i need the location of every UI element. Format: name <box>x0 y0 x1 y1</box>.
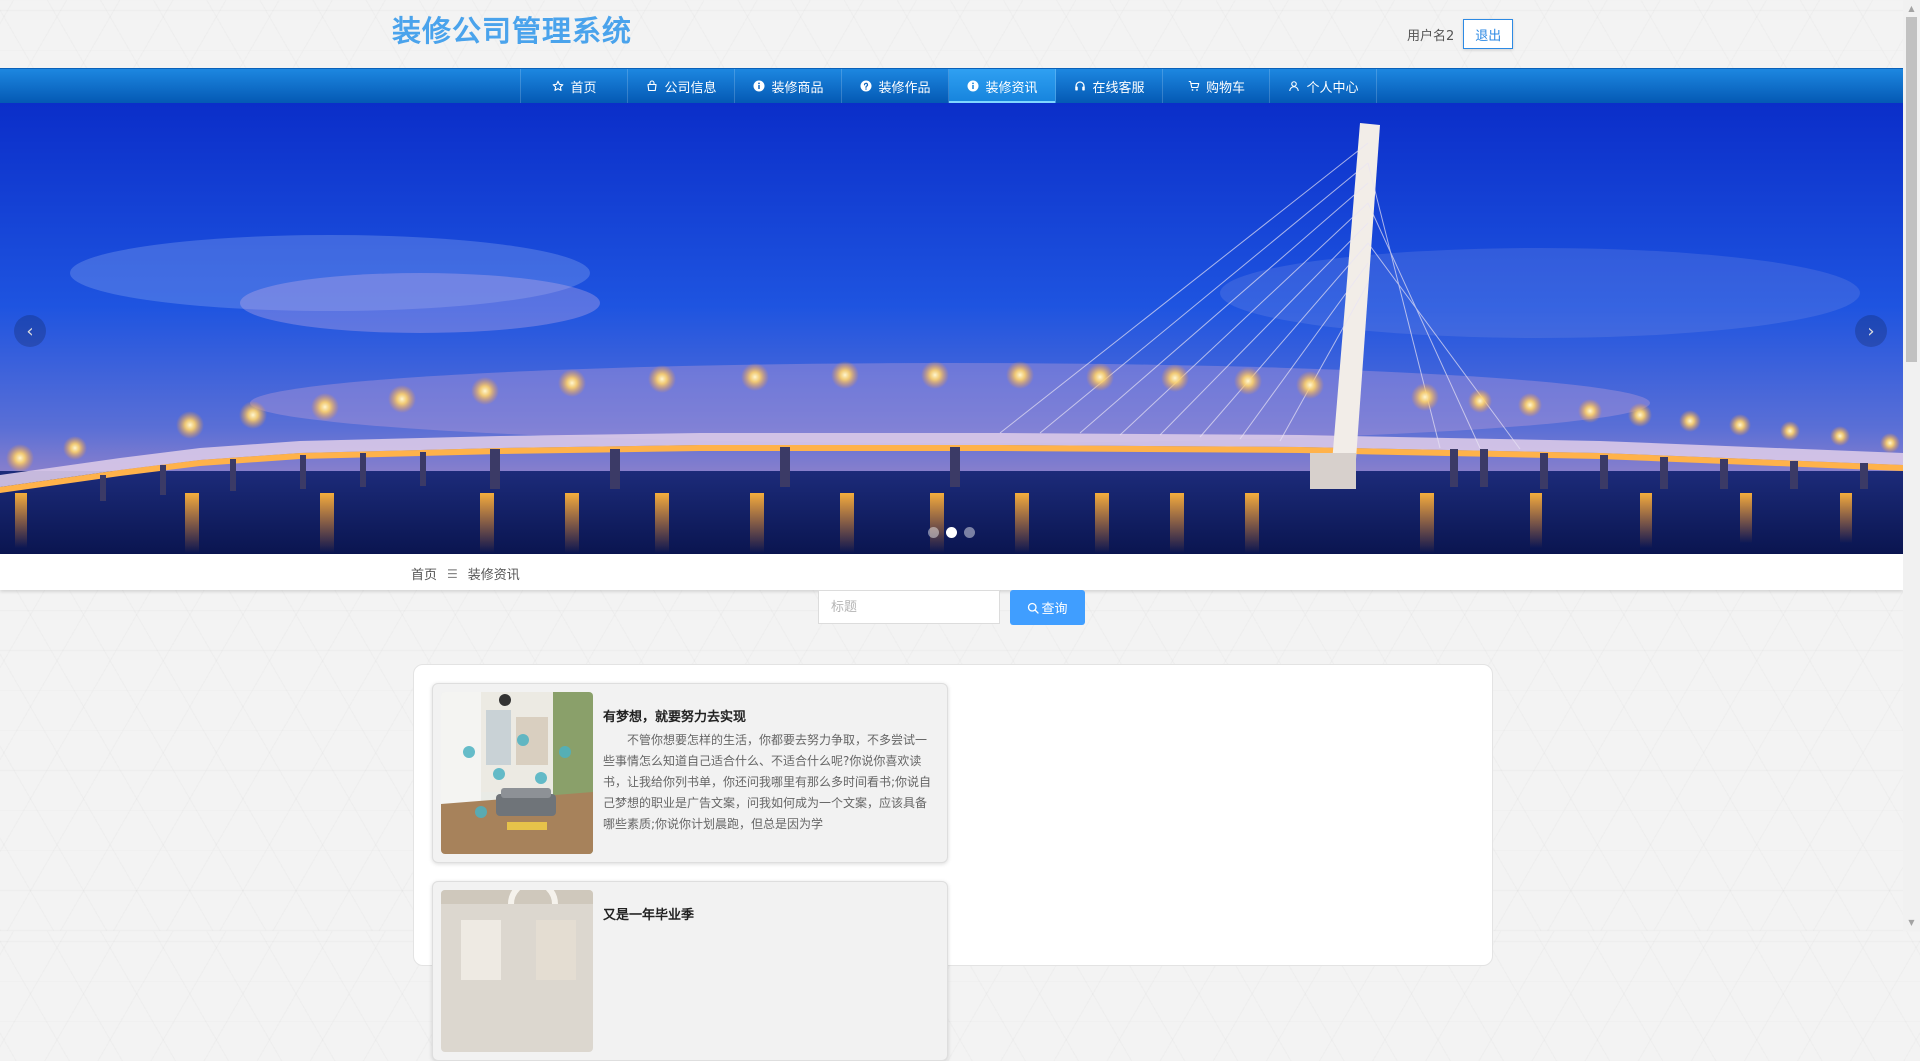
username-label: 用户名2 <box>1407 28 1455 44</box>
page: 装修公司管理系统 用户名2 退出 首页 公司信息 装修商品 装修作品 装修资讯 … <box>0 0 1903 1061</box>
nav-item-label: 装修商品 <box>771 80 824 96</box>
news-thumbnail <box>441 890 593 1052</box>
breadcrumb-bar: 首页 ☰ 装修资讯 <box>0 554 1903 590</box>
news-summary <box>603 928 933 1033</box>
nav-item-cart[interactable]: 购物车 <box>1163 69 1270 103</box>
nav-item-label: 首页 <box>570 80 597 96</box>
banner-carousel: ‹ › <box>0 103 1903 554</box>
bag-icon <box>645 79 659 93</box>
nav-item-label: 个人中心 <box>1306 80 1359 96</box>
page-scrollbar[interactable]: ▲ ▼ <box>1903 0 1920 931</box>
interior-thumbnail-image <box>441 890 593 1052</box>
breadcrumb-current: 装修资讯 <box>467 568 520 583</box>
user-icon <box>1287 79 1301 93</box>
news-thumbnail <box>441 692 593 854</box>
scroll-up-icon[interactable]: ▲ <box>1903 0 1920 17</box>
nav-item-works[interactable]: 装修作品 <box>842 69 949 103</box>
star-icon <box>551 79 565 93</box>
nav-item-online-service[interactable]: 在线客服 <box>1056 69 1163 103</box>
news-card[interactable]: 又是一年毕业季 <box>432 881 948 1061</box>
carousel-dot[interactable] <box>928 527 939 538</box>
nav-item-label: 装修作品 <box>878 80 931 96</box>
carousel-indicators <box>928 527 975 538</box>
nav-item-home[interactable]: 首页 <box>521 69 628 103</box>
breadcrumb-separator-icon: ☰ <box>447 566 458 581</box>
scroll-thumb[interactable] <box>1906 17 1917 362</box>
living-room-thumbnail-image <box>441 692 593 854</box>
question-circle-icon <box>859 79 873 93</box>
breadcrumb-home-link[interactable]: 首页 <box>411 564 437 583</box>
cart-icon <box>1187 79 1201 93</box>
nav-item-profile[interactable]: 个人中心 <box>1270 69 1377 103</box>
carousel-next-button[interactable]: › <box>1855 315 1887 347</box>
news-title: 有梦想，就要努力去实现 <box>603 710 747 725</box>
breadcrumb: 首页 ☰ 装修资讯 <box>411 564 520 584</box>
carousel-dot[interactable] <box>946 527 957 538</box>
search-button-label: 查询 <box>1041 602 1068 617</box>
news-card[interactable]: 有梦想，就要努力去实现 不管你想要怎样的生活，你都要去努力争取，不多尝试一些事情… <box>432 683 948 863</box>
headset-icon <box>1073 79 1087 93</box>
nav-item-news[interactable]: 装修资讯 <box>949 69 1056 103</box>
nav-item-company-info[interactable]: 公司信息 <box>628 69 735 103</box>
news-list-panel: 有梦想，就要努力去实现 不管你想要怎样的生活，你都要去努力争取，不多尝试一些事情… <box>413 664 1493 1061</box>
search-button[interactable]: 查询 <box>1010 590 1085 625</box>
scroll-down-icon[interactable]: ▼ <box>1903 914 1920 931</box>
carousel-dot[interactable] <box>964 527 975 538</box>
nav-item-products[interactable]: 装修商品 <box>735 69 842 103</box>
title-search-input[interactable] <box>818 590 1000 624</box>
nav-item-label: 购物车 <box>1205 80 1245 96</box>
info-circle-icon <box>752 79 766 93</box>
news-summary: 不管你想要怎样的生活，你都要去努力争取，不多尝试一些事情怎么知道自己适合什么、不… <box>603 733 932 831</box>
news-title: 又是一年毕业季 <box>603 908 695 923</box>
carousel-prev-button[interactable]: ‹ <box>14 315 46 347</box>
info-circle-icon <box>966 79 980 93</box>
user-area: 用户名2 退出 <box>1407 19 1514 49</box>
nav-item-label: 公司信息 <box>664 80 717 96</box>
main-navbar: 首页 公司信息 装修商品 装修作品 装修资讯 在线客服 购物车 个人中心 <box>0 68 1903 104</box>
nav-item-label: 在线客服 <box>1092 80 1145 96</box>
nav-list: 首页 公司信息 装修商品 装修作品 装修资讯 在线客服 购物车 个人中心 <box>520 69 1377 103</box>
search-icon <box>1028 602 1040 614</box>
site-title: 装修公司管理系统 <box>392 14 633 48</box>
bridge-night-banner-image <box>0 103 1903 554</box>
logout-button[interactable]: 退出 <box>1463 19 1514 49</box>
nav-item-label: 装修资讯 <box>985 80 1038 96</box>
